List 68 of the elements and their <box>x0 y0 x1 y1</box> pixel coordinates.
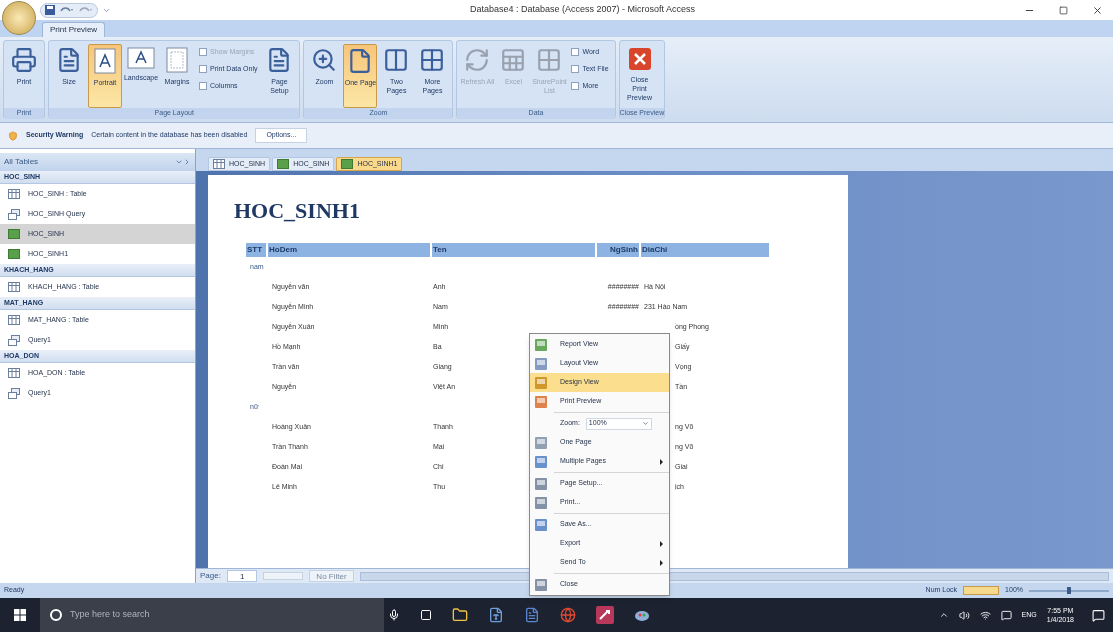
menu-item-icon <box>534 435 548 450</box>
restore-icon[interactable] <box>1059 5 1068 15</box>
menu-item-icon <box>534 375 548 390</box>
network-icon[interactable] <box>979 609 991 621</box>
column-header: STT <box>246 243 266 257</box>
table-icon <box>8 189 20 199</box>
list-grid-icon <box>536 47 563 73</box>
shield-icon <box>8 130 18 141</box>
magnifier-icon <box>311 47 338 73</box>
page-label: Page: <box>200 570 221 582</box>
collapse-icon[interactable] <box>183 158 191 166</box>
report-icon <box>277 159 290 169</box>
close-icon[interactable] <box>1092 4 1103 16</box>
save-icon[interactable] <box>45 5 55 15</box>
speaker-icon[interactable] <box>958 609 970 621</box>
query-icon <box>8 334 20 346</box>
query-icon <box>8 387 20 399</box>
refresh-icon <box>464 47 491 73</box>
page-margins-icon <box>166 47 188 73</box>
spreadsheet-icon <box>500 47 527 73</box>
report-icon <box>341 159 354 169</box>
table-icon <box>8 368 20 378</box>
search-icon <box>50 609 62 621</box>
page-setup-icon <box>56 47 82 73</box>
notifications-icon[interactable] <box>1092 608 1105 622</box>
filter-indicator[interactable]: No Filter <box>309 570 354 582</box>
dropdown-icon[interactable] <box>641 420 649 427</box>
page-number-field[interactable]: 1 <box>226 570 258 582</box>
table-icon <box>8 315 20 325</box>
column-header: DiaChi <box>641 243 769 257</box>
table-icon <box>8 282 20 292</box>
menu-item-icon <box>534 476 548 491</box>
document-app-icon[interactable] <box>488 607 504 623</box>
menu-item-icon <box>534 517 548 532</box>
page-letter-icon <box>127 47 155 69</box>
menu-item-icon <box>534 454 548 469</box>
menu-item-icon <box>534 337 548 352</box>
two-pages-icon <box>383 47 410 73</box>
folder-icon[interactable] <box>452 607 468 623</box>
pane-header[interactable]: All Tables <box>4 156 39 168</box>
browser-icon[interactable] <box>560 607 576 623</box>
slider-thumb[interactable] <box>1067 587 1071 594</box>
dropdown-icon[interactable] <box>175 158 183 166</box>
column-header: HoDem <box>268 243 430 257</box>
query-icon <box>8 208 20 220</box>
menu-item-icon <box>534 394 548 409</box>
column-header: Ten <box>432 243 595 257</box>
printer-icon <box>11 47 37 73</box>
four-pages-icon <box>419 47 446 73</box>
page-letter-icon <box>94 48 116 74</box>
document-app-icon[interactable] <box>524 607 540 623</box>
table-icon <box>213 159 225 169</box>
column-header: NgSinh <box>597 243 639 257</box>
report-title: HOC_SINH1 <box>234 197 361 225</box>
close-icon <box>627 47 652 71</box>
menu-item-icon <box>534 356 548 371</box>
window-title: Database4 : Database (Access 2007) - Microsoft Access <box>470 3 696 17</box>
report-icon <box>8 249 20 259</box>
menu-item-icon <box>534 495 548 510</box>
windows-logo-icon[interactable] <box>14 609 26 621</box>
office-button[interactable] <box>2 1 36 35</box>
message-icon[interactable] <box>1000 609 1012 621</box>
task-view-icon[interactable] <box>420 609 432 621</box>
microphone-icon[interactable] <box>388 609 400 621</box>
report-icon <box>8 229 20 239</box>
menu-item-icon <box>534 577 548 592</box>
search-field[interactable]: Type here to search <box>40 598 384 632</box>
ribbon-tab[interactable]: Print Preview <box>42 22 106 37</box>
